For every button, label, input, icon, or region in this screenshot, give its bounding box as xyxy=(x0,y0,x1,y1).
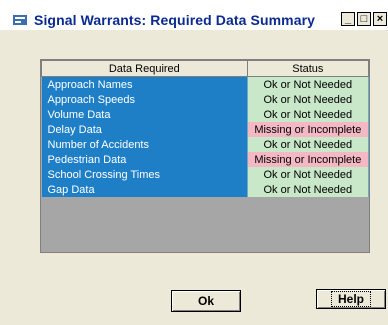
maximize-button[interactable]: □ xyxy=(357,12,371,26)
status-cell: Ok or Not Needed xyxy=(247,107,370,122)
title-bar[interactable]: Signal Warrants: Required Data Summary _… xyxy=(0,0,388,30)
help-button[interactable]: Help xyxy=(316,289,386,309)
status-cell: Ok or Not Needed xyxy=(247,76,370,92)
data-name-cell: Delay Data xyxy=(41,122,248,137)
dialog-window: Signal Warrants: Required Data Summary _… xyxy=(0,0,388,325)
table-row[interactable]: Volume Data Ok or Not Needed xyxy=(41,107,370,122)
column-header-status[interactable]: Status xyxy=(246,60,370,77)
ok-button[interactable]: Ok xyxy=(171,290,241,312)
data-name-cell: Approach Names xyxy=(41,76,248,92)
data-name-cell: Approach Speeds xyxy=(41,92,248,107)
required-data-grid[interactable]: Data Required Status Approach Names Ok o… xyxy=(40,59,370,253)
table-row[interactable]: Pedestrian Data Missing or Incomplete xyxy=(41,152,370,167)
status-cell: Missing or Incomplete xyxy=(247,152,370,167)
table-row[interactable]: School Crossing Times Ok or Not Needed xyxy=(41,167,370,182)
column-header-data-required[interactable]: Data Required xyxy=(41,60,248,77)
data-name-cell: Gap Data xyxy=(41,182,248,197)
data-table: Data Required Status Approach Names Ok o… xyxy=(41,60,370,197)
table-row[interactable]: Approach Names Ok or Not Needed xyxy=(41,76,370,92)
app-icon xyxy=(13,15,27,25)
close-button[interactable]: × xyxy=(373,12,387,26)
data-name-cell: Volume Data xyxy=(41,107,248,122)
table-row[interactable]: Delay Data Missing or Incomplete xyxy=(41,122,370,137)
status-cell: Missing or Incomplete xyxy=(247,122,370,137)
status-cell: Ok or Not Needed xyxy=(247,182,370,197)
status-cell: Ok or Not Needed xyxy=(247,167,370,182)
status-cell: Ok or Not Needed xyxy=(247,92,370,107)
table-row[interactable]: Approach Speeds Ok or Not Needed xyxy=(41,92,370,107)
table-row[interactable]: Number of Accidents Ok or Not Needed xyxy=(41,137,370,152)
help-button-label: Help xyxy=(330,291,371,307)
header-row: Data Required Status xyxy=(41,60,370,77)
data-name-cell: Number of Accidents xyxy=(41,137,248,152)
minimize-button[interactable]: _ xyxy=(341,12,355,26)
data-name-cell: School Crossing Times xyxy=(41,167,248,182)
status-cell: Ok or Not Needed xyxy=(247,137,370,152)
window-title: Signal Warrants: Required Data Summary xyxy=(34,12,316,28)
table-row[interactable]: Gap Data Ok or Not Needed xyxy=(41,182,370,197)
data-name-cell: Pedestrian Data xyxy=(41,152,248,167)
